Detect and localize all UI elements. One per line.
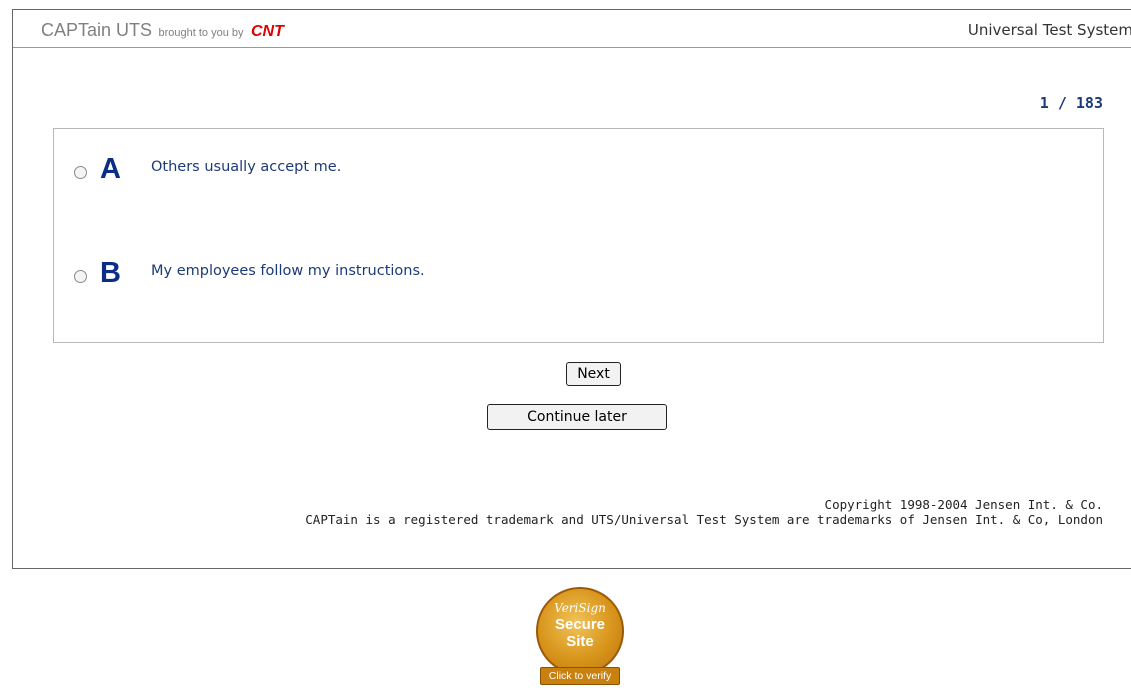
- copyright-line-2: CAPTain is a registered trademark and UT…: [305, 512, 1103, 527]
- seal-brand: VeriSign: [554, 601, 606, 615]
- option-a-letter: A: [100, 153, 121, 185]
- option-b[interactable]: B My employees follow my instructions.: [74, 257, 425, 289]
- option-a-text[interactable]: Others usually accept me.: [151, 159, 341, 175]
- copyright-line-1: Copyright 1998-2004 Jensen Int. & Co.: [824, 497, 1103, 512]
- option-b-radio[interactable]: [74, 269, 87, 283]
- next-button[interactable]: Next: [566, 362, 621, 386]
- seal-secure: Secure: [554, 616, 606, 633]
- seal-click-to-verify[interactable]: Click to verify: [540, 667, 620, 685]
- question-box: A Others usually accept me. B My employe…: [53, 128, 1104, 343]
- option-a[interactable]: A Others usually accept me.: [74, 153, 341, 185]
- brand-cnt: CNT: [250, 23, 284, 40]
- seal-site: Site: [566, 633, 594, 650]
- brand-name: CAPTain UTS: [41, 20, 153, 40]
- main-panel: CAPTain UTS brought to you by CNT Univer…: [12, 9, 1131, 569]
- brand-by: brought to you by: [158, 27, 244, 39]
- header-bar: CAPTain UTS brought to you by CNT Univer…: [13, 10, 1131, 48]
- option-b-text[interactable]: My employees follow my instructions.: [151, 263, 425, 279]
- option-a-radio[interactable]: [74, 165, 87, 179]
- option-b-letter: B: [100, 257, 121, 289]
- question-progress: 1 / 183: [1039, 94, 1103, 112]
- copyright-notice: Copyright 1998-2004 Jensen Int. & Co. CA…: [305, 497, 1103, 527]
- verisign-seal[interactable]: VeriSign Secure Site Click to verify: [536, 587, 624, 687]
- continue-later-button[interactable]: Continue later: [487, 404, 667, 430]
- system-title: Universal Test System: [967, 21, 1131, 39]
- brand-logo: CAPTain UTS brought to you by CNT: [41, 20, 284, 41]
